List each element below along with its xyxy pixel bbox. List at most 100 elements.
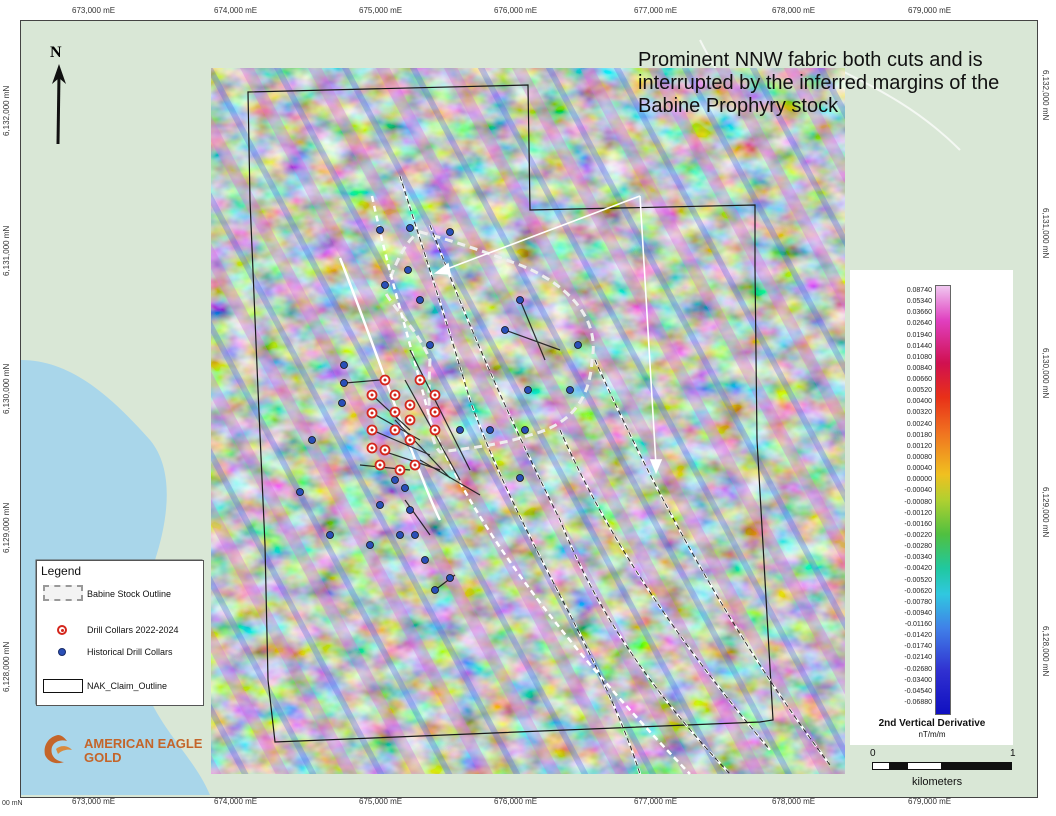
colorbar-tick-label: -0.00420 [904,565,932,573]
colorbar-tick-label: 0.03660 [906,309,932,317]
easting-label: 679,000 mE [908,6,952,15]
colorbar-tick-label: -0.02680 [904,665,932,673]
colorbar-tick-label: 0.00080 [906,454,932,462]
red-collar-icon [57,625,67,635]
legend-item-historical-collars: Historical Drill Collars [37,639,203,665]
historical-drill-collar [421,556,429,564]
easting-label: 675,000 mE [359,6,403,15]
drill-collar-dot [393,428,397,432]
colorbar-tick-label: -0.00120 [904,509,932,517]
north-arrow-icon [52,64,66,145]
colorbar-tick-label: -0.00780 [904,598,932,606]
historical-drill-collar [376,226,384,234]
easting-label: 675,000 mE [359,797,403,806]
colorbar-tick-label: -0.01420 [904,632,932,640]
colorbar-tick-label: 0.00000 [906,476,932,484]
colorbar-tick-label: -0.00160 [904,520,932,528]
historical-drill-collar [446,574,454,582]
historical-drill-collar [338,399,346,407]
scale-bar [872,762,1012,772]
colorbar-tick-label: -0.00340 [904,554,932,562]
historical-drill-collar [411,531,419,539]
colorbar-tick-label: 0.00660 [906,376,932,384]
colorbar-tick-label: -0.02140 [904,654,932,662]
easting-label: 673,000 mE [72,6,116,15]
northing-label: 6,129,000 mN [2,502,11,553]
historical-drill-collar [401,484,409,492]
historical-drill-collar [366,541,374,549]
colorbar-tick-label: -0.00520 [904,576,932,584]
scale-unit: kilometers [912,776,963,788]
historical-drill-collar [396,531,404,539]
northing-label: 6,130,000 mN [2,363,11,414]
historical-drill-collar [296,488,304,496]
legend-item-babine-stock: Babine Stock Outline [37,581,203,607]
colorbar-tick-label: 0.00240 [906,420,932,428]
logo-line-2: GOLD [84,750,122,765]
historical-drill-collar [416,296,424,304]
historical-drill-collar [426,341,434,349]
easting-label: 673,000 mE [72,797,116,806]
northing-label: 6,128,000 mN [2,641,11,692]
colorbar-panel [850,270,1013,745]
northing-label: 6,131,000 mN [2,225,11,276]
colorbar-tick-label: -0.00620 [904,587,932,595]
historical-drill-collar [308,436,316,444]
colorbar-title: 2nd Vertical Derivative [878,718,986,729]
historical-drill-collar [404,266,412,274]
legend-title: Legend [41,564,82,578]
colorbar-tick-label: -0.00940 [904,609,932,617]
scale-label-1: 1 [1010,748,1016,759]
colorbar-tick-label: 0.00040 [906,465,932,473]
legend-label: NAK_Claim_Outline [87,681,168,691]
historical-drill-collar [340,361,348,369]
colorbar-tick-label: -0.01740 [904,643,932,651]
easting-label: 674,000 mE [214,6,258,15]
historical-drill-collar [574,341,582,349]
colorbar-tick-label: 0.00120 [906,442,932,450]
drill-collar-dot [383,448,387,452]
colorbar-tick-label: 0.01440 [906,342,932,350]
colorbar-tick-label: 0.02640 [906,320,932,328]
drill-collar-dot [433,428,437,432]
drill-collar-dot [408,438,412,442]
colorbar-tick-label: 0.01080 [906,353,932,361]
easting-label: 677,000 mE [634,6,678,15]
drill-collar-dot [408,418,412,422]
historical-drill-collar [486,426,494,434]
colorbar-tick-label: -0.03400 [904,676,932,684]
historical-drill-collar [456,426,464,434]
drill-collar-dot [378,463,382,467]
corner-label: 00 mN [2,800,23,807]
blue-collar-icon [58,648,66,656]
drill-collar-dot [408,403,412,407]
logo-line-1: AMERICAN EAGLE [84,736,203,751]
northing-label: 6,128,000 mN [1041,626,1050,677]
historical-drill-collar [381,281,389,289]
northing-label: 6,132,000 mN [1041,70,1050,121]
colorbar-gradient [935,285,951,715]
colorbar-tick-label: 0.00840 [906,364,932,372]
drill-collar-dot [370,393,374,397]
colorbar-tick-label: 0.00400 [906,398,932,406]
historical-drill-collar [516,296,524,304]
historical-drill-collar [516,474,524,482]
drill-collar-dot [433,410,437,414]
colorbar-tick-label: -0.06880 [904,699,932,706]
legend-label: Historical Drill Collars [87,647,173,657]
drill-collar-dot [393,393,397,397]
historical-drill-collar [391,476,399,484]
historical-drill-collar [406,224,414,232]
legend-item-claim-outline: NAK_Claim_Outline [37,673,203,699]
magnetic-raster [211,68,845,774]
easting-label: 678,000 mE [772,6,816,15]
colorbar-tick-label: -0.00040 [904,487,932,495]
dashed-outline-symbol [43,585,83,601]
historical-drill-collar [446,228,454,236]
easting-label: 676,000 mE [494,797,538,806]
colorbar-tick-label: -0.01160 [904,621,932,629]
legend-label: Drill Collars 2022-2024 [87,625,179,635]
northing-label: 6,130,000 mN [1041,348,1050,399]
historical-drill-collar [340,379,348,387]
northing-label: 6,131,000 mN [1041,208,1050,259]
